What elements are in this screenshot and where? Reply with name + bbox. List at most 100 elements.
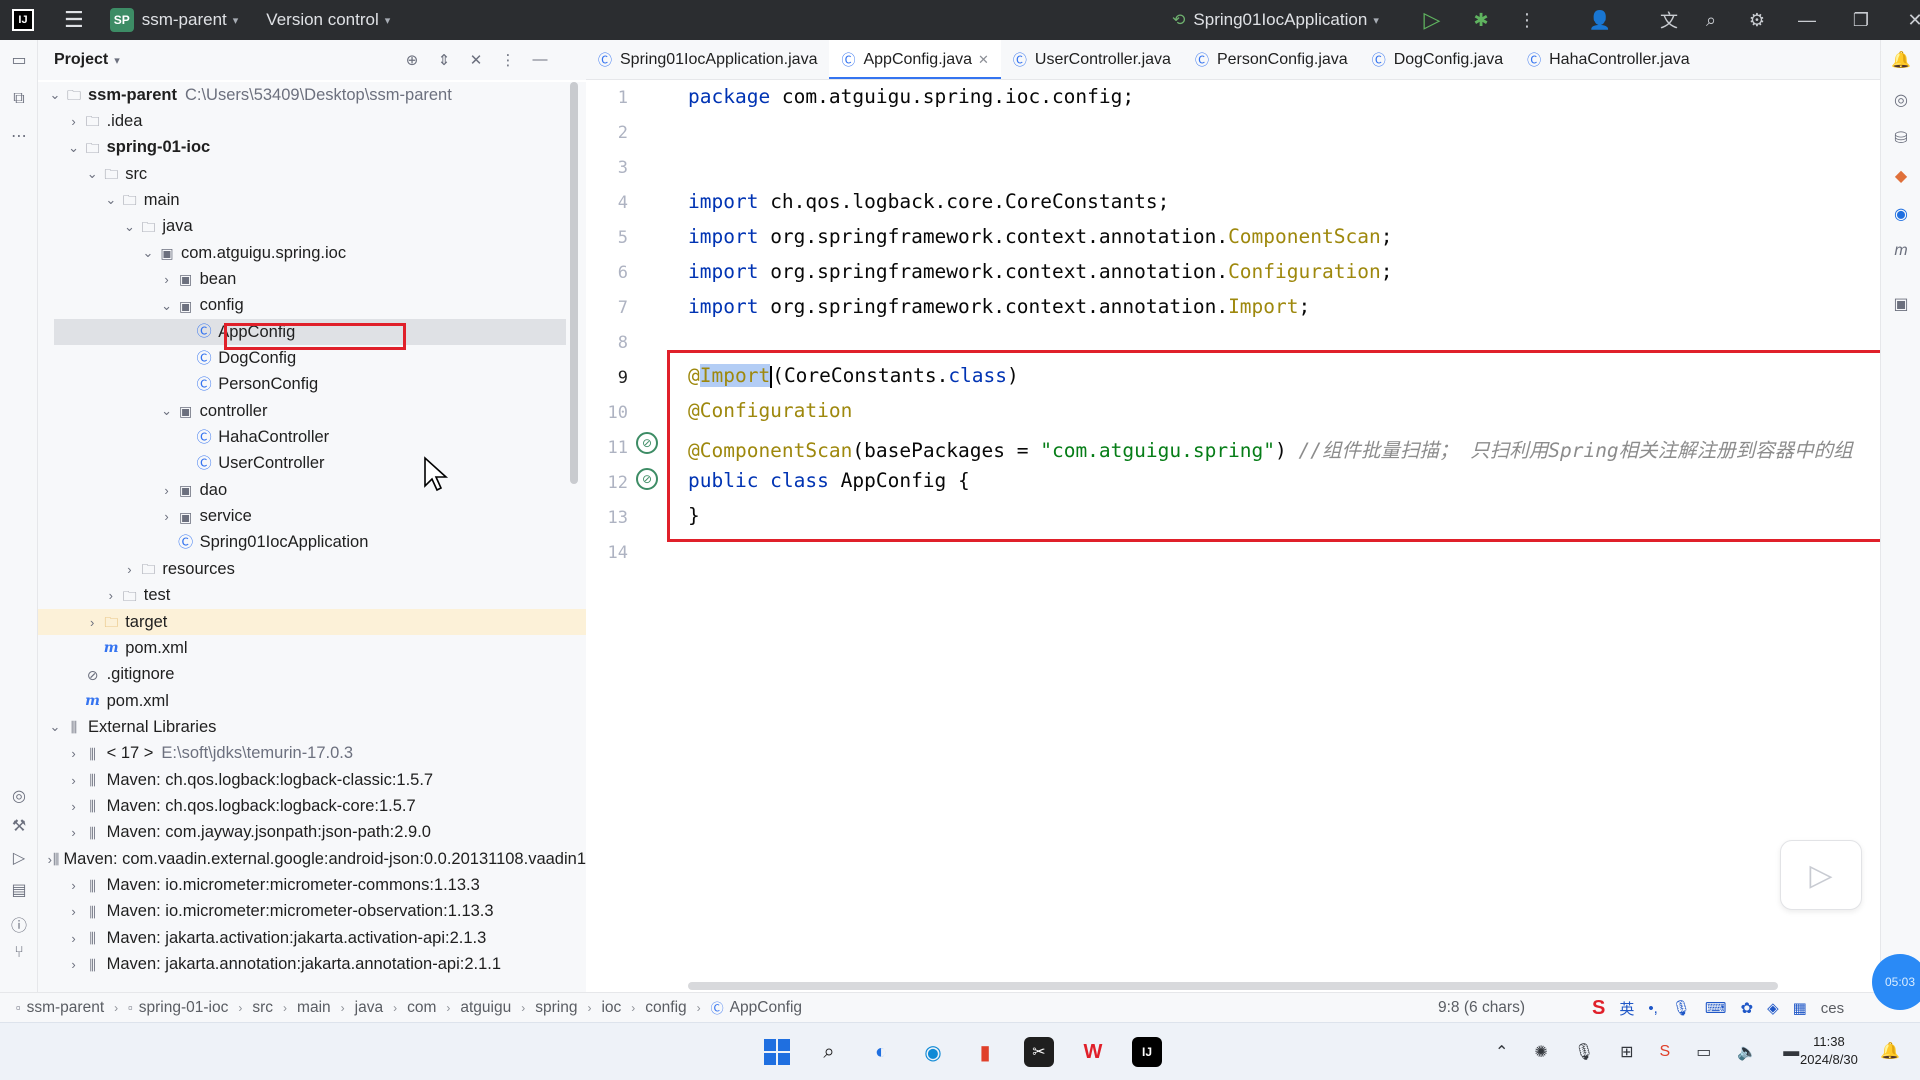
tree-item[interactable]: › ⫼ Maven: com.vaadin.external.google:andr… [38,846,586,872]
intellij-logo-icon[interactable]: IJ [12,9,34,31]
notification-bell-icon[interactable]: 🔔 [1880,1041,1900,1061]
sogou-ime-icon[interactable]: S [1592,997,1605,1020]
tree-item[interactable]: ⌄ 🗀 main [38,187,586,213]
build-icon[interactable]: ⚒ [9,816,29,836]
chevron-down-icon[interactable]: ⌄ [46,87,64,103]
tree-item[interactable]: › ⫼ < 17 > E:\soft\jdks\temurin-17.0.3 [38,741,586,767]
tree-item[interactable]: › ⫼ Maven: jakarta.annotation:jakarta.anno… [38,952,586,978]
ime-punctuation-icon[interactable]: •, [1648,1000,1657,1017]
tree-item[interactable]: › ⫼ Maven: io.micrometer:micrometer-observ… [38,899,586,925]
chevron-right-icon[interactable]: › [102,588,120,603]
chevron-right-icon[interactable]: › [65,878,83,893]
presentation-app-icon[interactable]: ▮ [970,1037,1000,1067]
chevron-right-icon[interactable]: › [158,272,176,287]
collapse-all-icon[interactable]: ✕ [460,51,492,69]
tree-item[interactable]: Ⓒ Spring01IocApplication [38,530,586,556]
network-icon[interactable]: ▭ [1696,1042,1711,1062]
tree-item[interactable]: ⌄ 🗀 ssm-parent C:\Users\53409\Desktop\ssm-p… [38,82,586,108]
breadcrumb-item[interactable]: com › [407,999,460,1017]
chevron-right-icon[interactable]: › [65,746,83,761]
tree-item[interactable]: ⊘ .gitignore [38,662,586,688]
tree-item[interactable]: ⌄ 🗀 java [38,214,586,240]
services-icon[interactable]: ◎ [9,786,29,806]
expand-all-icon[interactable]: ⇕ [428,51,460,69]
editor-tab[interactable]: Ⓒ DogConfig.java [1360,40,1515,79]
ime-mic-icon[interactable]: 🎙 [1672,999,1691,1017]
terminal-icon[interactable]: ▤ [9,880,29,900]
chevron-right-icon[interactable]: › [120,562,138,577]
tree-item[interactable]: › ▣ bean [38,266,586,292]
chevron-right-icon[interactable]: › [158,509,176,524]
copilot-icon[interactable]: ◎ [1891,90,1911,110]
ime-keyboard-icon[interactable]: ⌨ [1705,999,1727,1017]
system-clock[interactable]: 11:38 2024/8/30 [1800,1033,1858,1069]
code-with-me-icon[interactable]: 👤 [1551,10,1649,31]
caret-position[interactable]: 9:8 (6 chars) [1438,993,1525,1023]
git-icon[interactable]: ⑂ [9,944,29,964]
chevron-right-icon[interactable]: › [65,799,83,814]
project-switcher[interactable]: ssm-parent [142,10,227,30]
chevron-down-icon[interactable]: ⌄ [46,719,64,735]
more-actions-icon[interactable]: ⋮ [1503,10,1551,31]
chevron-down-icon[interactable]: ⌄ [139,245,157,261]
hide-panel-icon[interactable]: — [524,51,556,69]
tree-item[interactable]: m pom.xml [38,688,586,714]
spring-bean-gutter-icon[interactable]: ⊘ [636,432,658,454]
close-tab-icon[interactable]: ✕ [978,52,989,68]
ime-menu-icon[interactable]: ▦ [1793,999,1807,1017]
editor-tab[interactable]: Ⓒ PersonConfig.java [1183,40,1360,79]
run-icon[interactable]: ▷ [1405,7,1459,33]
tray-app-icon[interactable]: ✺ [1534,1042,1547,1062]
breadcrumb-item[interactable]: src › [252,999,297,1017]
project-panel-title[interactable]: Project [54,51,108,69]
chevron-right-icon[interactable]: › [83,615,101,630]
search-icon[interactable]: ⌕ [1689,10,1733,31]
chevron-right-icon[interactable]: › [65,957,83,972]
version-control-menu[interactable]: Version control [266,10,378,30]
tree-item[interactable]: ⌄ 🗀 src [38,161,586,187]
chevron-down-icon[interactable]: ⌄ [83,166,101,182]
edge-browser-icon[interactable]: ◉ [918,1037,948,1067]
options-icon[interactable]: ⋮ [492,51,524,69]
tree-item[interactable]: › 🗀 test [38,583,586,609]
editor-tab[interactable]: Ⓒ Spring01IocApplication.java [586,40,829,79]
editor-tab[interactable]: Ⓒ HahaController.java [1515,40,1702,79]
gear-icon[interactable]: ⚙ [1733,10,1781,31]
chevron-down-icon[interactable]: ▾ [233,14,239,27]
chevron-down-icon[interactable]: ⌄ [158,403,176,419]
breadcrumb-item[interactable]: atguigu › [460,999,535,1017]
chevron-right-icon[interactable]: › [65,114,83,129]
volume-icon[interactable]: 🔈 [1737,1042,1757,1062]
project-tree-scrollbar[interactable] [570,82,578,484]
chevron-down-icon[interactable]: ⌄ [65,140,83,156]
windows-start-icon[interactable] [762,1037,792,1067]
chevron-right-icon[interactable]: › [65,773,83,788]
sogou-tray-icon[interactable]: S [1660,1043,1671,1061]
minimize-window-icon[interactable]: — [1781,10,1833,31]
tree-item[interactable]: m pom.xml [38,635,586,661]
ime-language[interactable]: 英 [1619,998,1634,1019]
tree-item[interactable]: ⌄ ⫼ External Libraries [38,714,586,740]
breadcrumb-item[interactable]: ▫ spring-01-ioc › [128,999,252,1017]
editor-tab[interactable]: Ⓒ UserController.java [1001,40,1183,79]
breadcrumb-item[interactable]: java › [355,999,407,1017]
intellij-taskbar-icon[interactable]: IJ [1132,1037,1162,1067]
translate-icon[interactable]: 文 [1649,7,1689,33]
ime-game-icon[interactable]: ◈ [1767,999,1779,1017]
ai-assistant-icon[interactable]: ▣ [1891,294,1911,314]
wps-icon[interactable]: W [1078,1037,1108,1067]
tree-item[interactable]: › ⫼ Maven: ch.qos.logback:logback-core:1.5… [38,793,586,819]
tray-chevron-up-icon[interactable]: ⌃ [1495,1042,1508,1062]
microphone-icon[interactable]: 🎙 [1574,1042,1594,1062]
search-icon[interactable]: ⌕ [814,1037,844,1067]
breadcrumb-item[interactable]: main › [297,999,355,1017]
tree-item[interactable]: › ⫼ Maven: jakarta.activation:jakarta.acti… [38,925,586,951]
maximize-window-icon[interactable]: ❐ [1833,10,1889,31]
tree-item[interactable]: ⌄ ▣ controller [38,398,586,424]
tree-item[interactable]: Ⓒ PersonConfig [38,372,586,398]
tree-item[interactable]: › 🗀 target [38,609,586,635]
breadcrumb-item[interactable]: Ⓒ AppConfig [711,998,802,1017]
chevron-right-icon[interactable]: › [65,904,83,919]
capcut-icon[interactable]: ✂ [1024,1037,1054,1067]
tree-item[interactable]: Ⓒ UserController [38,451,586,477]
